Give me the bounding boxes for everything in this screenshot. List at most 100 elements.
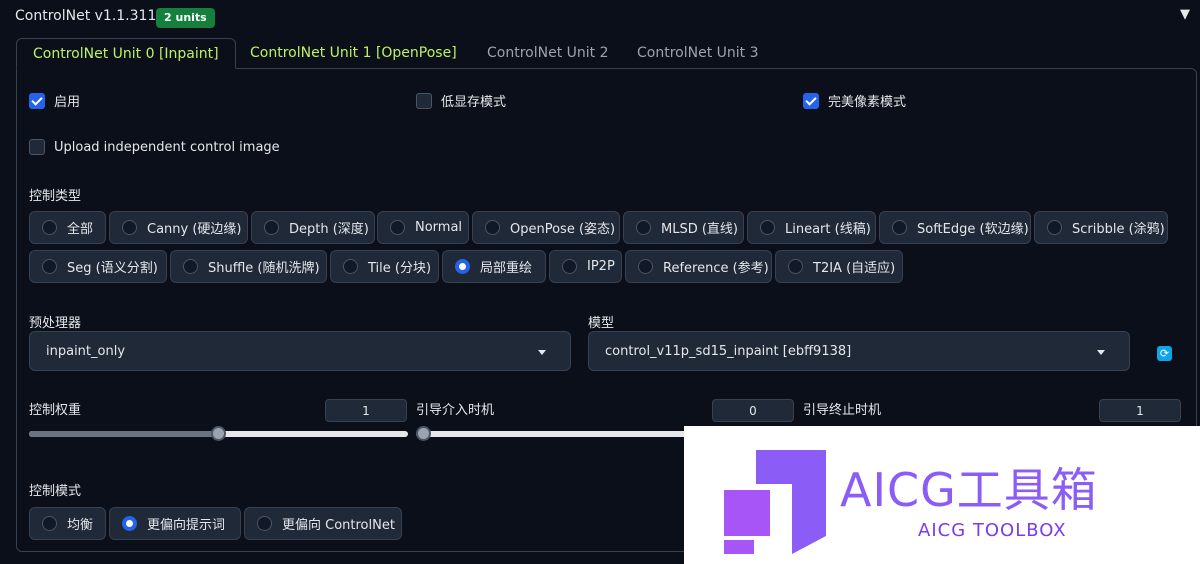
control-type-option[interactable]: 全部 — [29, 211, 106, 244]
control-type-option[interactable]: Reference (参考) — [625, 250, 772, 283]
option-label: Tile (分块) — [368, 261, 432, 276]
control-mode-option-selected[interactable]: 更偏向提示词 — [109, 507, 241, 540]
watermark-overlay: AICG工具箱 AICG TOOLBOX — [684, 426, 1200, 564]
triangle-down-icon[interactable]: ▼ — [1180, 8, 1194, 22]
radio-icon — [257, 516, 272, 531]
upload-independent-checkbox[interactable]: Upload independent control image — [29, 139, 280, 155]
refresh-icon[interactable]: ⟳ — [1157, 346, 1172, 361]
enable-checkbox[interactable]: 启用 — [29, 91, 80, 110]
low-vram-label: 低显存模式 — [441, 95, 507, 110]
control-type-option[interactable]: SoftEdge (软边缘) — [879, 211, 1031, 244]
tab-unit-2[interactable]: ControlNet Unit 2 — [471, 38, 625, 69]
option-label: 更偏向 ControlNet — [282, 518, 395, 533]
weight-number-input[interactable]: 1 — [325, 399, 407, 422]
control-type-option[interactable]: Canny (硬边缘) — [109, 211, 248, 244]
control-type-label: 控制类型 — [29, 189, 82, 204]
radio-icon — [42, 259, 57, 274]
weight-slider-thumb[interactable] — [211, 426, 226, 441]
option-label: Scribble (涂鸦) — [1072, 222, 1165, 237]
weight-slider-fill — [29, 431, 219, 437]
control-type-option[interactable]: Lineart (线稿) — [747, 211, 876, 244]
radio-icon — [42, 516, 57, 531]
radio-icon — [122, 220, 137, 235]
tab-unit-1[interactable]: ControlNet Unit 1 [OpenPose] — [234, 38, 473, 69]
unit-tabs: ControlNet Unit 0 [Inpaint] ControlNet U… — [16, 38, 1196, 69]
watermark-subtitle: AICG TOOLBOX — [918, 520, 1067, 541]
chevron-down-icon — [1097, 350, 1105, 355]
start-number-input[interactable]: 0 — [712, 399, 794, 422]
controlnet-header[interactable]: ControlNet v1.1.311 2 units ▼ — [0, 0, 1200, 34]
radio-selected-icon — [455, 259, 470, 274]
checkbox-checked-icon — [29, 92, 45, 109]
watermark-title: AICG工具箱 — [840, 463, 1098, 517]
option-label: SoftEdge (软边缘) — [917, 222, 1029, 237]
option-label: OpenPose (姿态) — [510, 222, 616, 237]
preprocessor-label: 预处理器 — [29, 316, 82, 331]
pixel-perfect-label: 完美像素模式 — [828, 95, 907, 110]
control-mode-label: 控制模式 — [29, 484, 82, 499]
control-type-option[interactable]: MLSD (直线) — [623, 211, 744, 244]
option-label: Seg (语义分割) — [67, 261, 158, 276]
control-type-option[interactable]: Depth (深度) — [251, 211, 375, 244]
checkbox-unchecked-icon — [29, 139, 45, 155]
radio-icon — [343, 259, 358, 274]
control-type-option[interactable]: T2IA (自适应) — [775, 250, 903, 283]
option-label: 更偏向提示词 — [147, 518, 226, 533]
option-label: 均衡 — [67, 518, 94, 533]
radio-icon — [1047, 220, 1062, 235]
end-label: 引导终止时机 — [803, 403, 882, 418]
option-label: 局部重绘 — [480, 261, 533, 276]
control-type-option[interactable]: OpenPose (姿态) — [472, 211, 620, 244]
radio-icon — [636, 220, 651, 235]
upload-independent-label: Upload independent control image — [54, 139, 280, 155]
control-type-option[interactable]: Shuffle (随机洗牌) — [170, 250, 327, 283]
end-number-input[interactable]: 1 — [1099, 399, 1181, 422]
option-label: T2IA (自适应) — [813, 261, 896, 276]
weight-slider[interactable] — [29, 426, 408, 441]
start-slider-thumb[interactable] — [416, 426, 431, 441]
radio-icon — [183, 259, 198, 274]
radio-icon — [562, 259, 577, 274]
low-vram-checkbox[interactable]: 低显存模式 — [416, 91, 506, 110]
model-select[interactable]: control_v11p_sd15_inpaint [ebff9138] — [588, 331, 1130, 371]
option-label: MLSD (直线) — [661, 222, 738, 237]
radio-icon — [42, 220, 57, 235]
preprocessor-value: inpaint_only — [46, 344, 126, 359]
control-type-option[interactable]: Normal — [377, 211, 469, 244]
checkbox-checked-icon — [803, 92, 819, 109]
option-label: Normal — [415, 220, 463, 235]
option-label: Reference (参考) — [663, 261, 769, 276]
option-label: Depth (深度) — [289, 222, 369, 237]
controlnet-title: ControlNet v1.1.311 — [15, 8, 157, 24]
radio-icon — [788, 259, 803, 274]
checkbox-unchecked-icon — [416, 92, 432, 109]
control-mode-option[interactable]: 均衡 — [29, 507, 106, 540]
preprocessor-select[interactable]: inpaint_only — [29, 331, 571, 371]
control-type-option[interactable]: Tile (分块) — [330, 250, 439, 283]
option-label: Shuffle (随机洗牌) — [208, 261, 320, 276]
weight-label: 控制权重 — [29, 403, 82, 418]
option-label: Canny (硬边缘) — [147, 222, 242, 237]
radio-icon — [638, 259, 653, 274]
start-label: 引导介入时机 — [416, 403, 495, 418]
units-badge: 2 units — [156, 8, 215, 28]
radio-selected-icon — [122, 516, 137, 531]
chevron-down-icon — [538, 350, 546, 355]
option-label: Lineart (线稿) — [785, 222, 871, 237]
control-type-option[interactable]: Seg (语义分割) — [29, 250, 167, 283]
radio-icon — [760, 220, 775, 235]
tab-unit-3[interactable]: ControlNet Unit 3 — [621, 38, 775, 69]
model-label: 模型 — [588, 316, 615, 331]
radio-icon — [485, 220, 500, 235]
option-label: IP2P — [587, 259, 615, 274]
option-label: 全部 — [67, 222, 94, 237]
control-type-option-selected[interactable]: 局部重绘 — [442, 250, 546, 283]
control-type-option[interactable]: Scribble (涂鸦) — [1034, 211, 1168, 244]
enable-label: 启用 — [54, 95, 81, 110]
radio-icon — [892, 220, 907, 235]
control-mode-option[interactable]: 更偏向 ControlNet — [244, 507, 402, 540]
pixel-perfect-checkbox[interactable]: 完美像素模式 — [803, 91, 906, 110]
aicg-logo-icon — [724, 450, 826, 554]
control-type-option[interactable]: IP2P — [549, 250, 622, 283]
tab-unit-0[interactable]: ControlNet Unit 0 [Inpaint] — [16, 38, 236, 69]
